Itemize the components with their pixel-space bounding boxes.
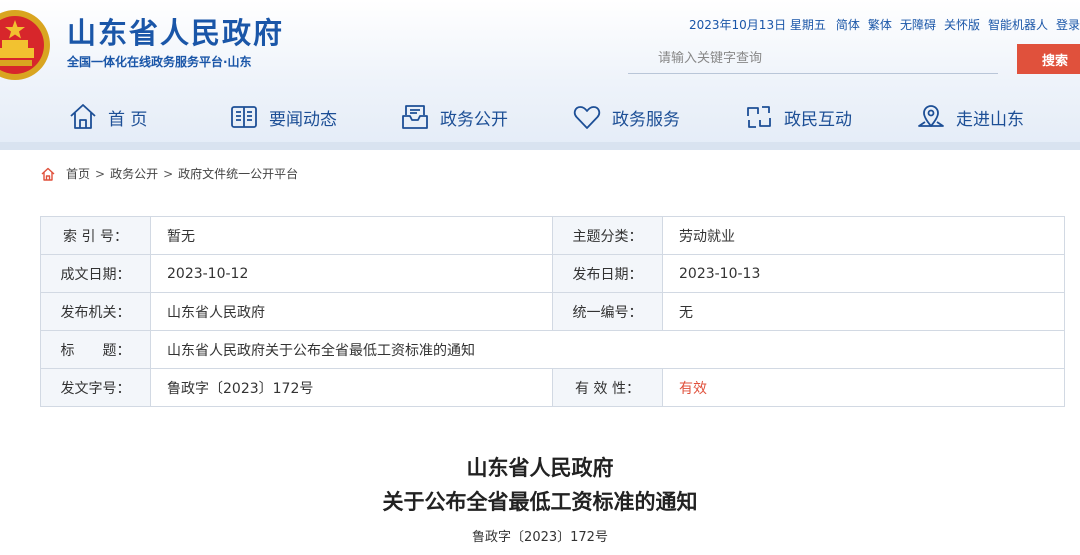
issuer-label: 发布机关： [40, 292, 151, 331]
home-icon [41, 167, 55, 181]
nav-label-about-shandong: 走进山东 [956, 109, 1024, 130]
written-date-value: 2023-10-12 [150, 254, 553, 293]
table-row: 发布机关： 山东省人民政府 统一编号： 无 [40, 292, 1065, 331]
nav-item-gov-service[interactable]: 政务服务 [572, 94, 680, 140]
nav-item-gov-affairs[interactable]: 政务公开 [400, 94, 508, 140]
topic-label: 主题分类： [552, 216, 663, 255]
breadcrumb-home[interactable]: 首页 [66, 165, 90, 182]
nav-label-interaction: 政民互动 [784, 109, 852, 130]
link-simplified[interactable]: 简体 [836, 16, 860, 33]
table-row: 发文字号： 鲁政字〔2023〕172号 有 效 性： 有效 [40, 368, 1065, 407]
nav-label-news: 要闻动态 [269, 109, 337, 130]
link-accessibility[interactable]: 无障碍 [900, 16, 936, 33]
table-row: 标 题： 山东省人民政府关于公布全省最低工资标准的通知 [40, 330, 1065, 369]
publish-date-label: 发布日期： [552, 254, 663, 293]
site-header: 山东省人民政府 全国一体化在线政务服务平台·山东 2023年10月13日 星期五… [0, 0, 1080, 150]
inbox-icon [402, 105, 428, 129]
current-date: 2023年10月13日 星期五 [689, 18, 826, 32]
index-value: 暂无 [150, 216, 553, 255]
breadcrumb-separator: > [95, 166, 106, 181]
search-input[interactable] [628, 51, 998, 66]
link-login[interactable]: 登录 [1056, 16, 1080, 33]
nav-divider [0, 142, 1080, 150]
breadcrumb: 首页 > 政务公开 > 政府文件统一公开平台 [40, 165, 298, 182]
written-date-label: 成文日期： [40, 254, 151, 293]
nav-item-about-shandong[interactable]: 走进山东 [916, 94, 1024, 140]
document-info-table: 索 引 号： 暂无 主题分类： 劳动就业 成文日期： 2023-10-12 发布… [40, 216, 1065, 407]
validity-label: 有 效 性： [552, 368, 663, 407]
serial-label: 统一编号： [552, 292, 663, 331]
search-box [628, 44, 998, 74]
document-number: 鲁政字〔2023〕172号 [472, 530, 608, 545]
site-subtitle[interactable]: 全国一体化在线政务服务平台·山东 [67, 53, 252, 70]
topic-value: 劳动就业 [662, 216, 1065, 255]
nav-label-gov-affairs: 政务公开 [440, 109, 508, 130]
main-nav: 首 页 要闻动态 政务公开 政务服务 政民互动 走进山东 [0, 94, 1080, 140]
breadcrumb-gov-affairs[interactable]: 政务公开 [110, 165, 158, 182]
serial-value: 无 [662, 292, 1065, 331]
search-button[interactable]: 搜索 [1017, 44, 1080, 74]
nav-item-home[interactable]: 首 页 [68, 94, 147, 140]
map-pin-icon [918, 105, 944, 127]
national-emblem-icon [0, 10, 50, 80]
document-title-line1: 山东省人民政府 [466, 456, 614, 480]
nav-label-home: 首 页 [108, 109, 148, 130]
breadcrumb-file-platform[interactable]: 政府文件统一公开平台 [178, 165, 298, 182]
home-icon [70, 104, 96, 129]
heart-icon [573, 106, 601, 129]
site-title[interactable]: 山东省人民政府 [67, 10, 284, 52]
document-title-line2: 关于公布全省最低工资标准的通知 [382, 490, 698, 514]
link-smart-robot[interactable]: 智能机器人 [988, 16, 1048, 33]
interact-icon [747, 106, 771, 128]
table-row: 成文日期： 2023-10-12 发布日期： 2023-10-13 [40, 254, 1065, 293]
nav-item-interaction[interactable]: 政民互动 [744, 94, 852, 140]
table-row: 索 引 号： 暂无 主题分类： 劳动就业 [40, 216, 1065, 255]
doc-number-value: 鲁政字〔2023〕172号 [150, 368, 553, 407]
title-label: 标 题： [40, 330, 151, 369]
validity-value: 有效 [662, 368, 1065, 407]
title-value: 山东省人民政府关于公布全省最低工资标准的通知 [150, 330, 1065, 369]
doc-number-label: 发文字号： [40, 368, 151, 407]
link-traditional[interactable]: 繁体 [868, 16, 892, 33]
breadcrumb-separator: > [163, 166, 174, 181]
index-label: 索 引 号： [40, 216, 151, 255]
issuer-value: 山东省人民政府 [150, 292, 553, 331]
book-icon [231, 106, 257, 128]
publish-date-value: 2023-10-13 [662, 254, 1065, 293]
top-links: 2023年10月13日 星期五 简体 繁体 无障碍 关怀版 智能机器人 登录 [689, 16, 1080, 33]
link-care-version[interactable]: 关怀版 [944, 16, 980, 33]
nav-item-news[interactable]: 要闻动态 [229, 94, 337, 140]
nav-label-gov-service: 政务服务 [612, 109, 680, 130]
